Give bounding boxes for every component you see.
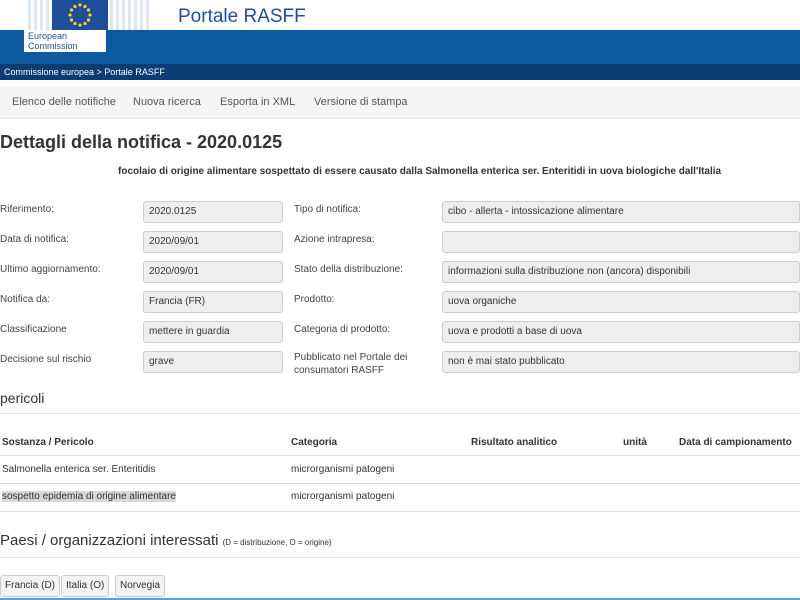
label-product-category: Categoria di prodotto: — [294, 324, 391, 335]
table-divider — [0, 511, 800, 512]
label-distribution-status: Stato della distribuzione: — [294, 264, 403, 275]
field-distribution-status: informazioni sulla distribuzione non (an… — [442, 261, 800, 283]
nav-export-xml[interactable]: Esporta in XML — [220, 96, 295, 108]
col-analytical-result: Risultato analitico — [471, 437, 558, 448]
header-blue-bar — [0, 30, 800, 64]
label-last-update: Ultimo aggiornamento: — [0, 264, 101, 275]
logo-decoration-right — [110, 0, 150, 30]
label-notification-date: Data di notifica: — [0, 234, 69, 245]
page-title: Dettagli della notifica - 2020.0125 — [0, 132, 283, 152]
field-notified-by: Francia (FR) — [143, 291, 283, 313]
label-notification-type: Tipo di notifica: — [294, 204, 361, 215]
countries-note: (D = distribuzione, O = origine) — [222, 538, 332, 547]
hazards-title: pericoli — [0, 390, 45, 406]
breadcrumb[interactable]: Commissione europea > Portale RASFF — [0, 64, 800, 80]
hazard-row-2-category: microrganismi patogeni — [291, 491, 395, 502]
label-product: Prodotto: — [294, 294, 335, 305]
hazard-row-2-substance: sospetto epidemia di origine alimentare — [2, 491, 176, 502]
field-consumer-portal: non è mai stato pubblicato — [442, 351, 800, 373]
label-notified-by: Notifica da: — [0, 294, 51, 305]
country-france[interactable]: Francia (D) — [0, 575, 61, 597]
field-notification-date: 2020/09/01 — [143, 231, 283, 253]
col-substance: Sostanza / Pericolo — [2, 437, 94, 448]
ec-logo-label: European Commission — [24, 30, 106, 52]
field-product: uova organiche — [442, 291, 800, 313]
nav-new-search[interactable]: Nuova ricerca — [133, 96, 201, 108]
field-product-category: uova e prodotti a base di uova — [442, 321, 800, 343]
action-nav: Elenco delle notifiche Nuova ricerca Esp… — [0, 86, 800, 119]
field-classification: mettere in guardia — [143, 321, 283, 343]
col-category: Categoria — [291, 437, 338, 448]
notification-subject: focolaio di origine alimentare sospettat… — [118, 166, 722, 177]
hazard-row-1-category: microrganismi patogeni — [291, 464, 395, 475]
field-risk-decision: grave — [143, 351, 283, 373]
eu-flag-icon — [52, 0, 108, 30]
col-unit: unità — [623, 437, 647, 448]
label-risk-decision: Decisione sul rischio — [0, 354, 92, 365]
logo-decoration-left — [28, 0, 52, 30]
col-sampling-date: Data di campionamento — [679, 437, 792, 448]
label-action-taken: Azione intrapresa: — [294, 234, 375, 245]
portal-title[interactable]: Portale RASFF — [178, 6, 306, 28]
label-classification: Classificazione — [0, 324, 67, 335]
field-reference: 2020.0125 — [143, 201, 283, 223]
nav-notification-list[interactable]: Elenco delle notifiche — [12, 96, 116, 108]
country-italy[interactable]: Italia (O) — [61, 575, 110, 597]
table-divider — [0, 483, 800, 484]
field-action-taken — [442, 231, 800, 253]
label-consumer-portal: Pubblicato nel Portale dei consumatori R… — [294, 352, 408, 376]
label-reference: Riferimento: — [0, 204, 54, 215]
divider — [0, 557, 800, 558]
country-norway[interactable]: Norvegia — [115, 575, 166, 597]
nav-print-version[interactable]: Versione di stampa — [314, 96, 408, 108]
countries-title-text: Paesi / organizzazioni interessati — [0, 532, 219, 549]
hazard-row-1-substance: Salmonella enterica ser. Enteritidis — [2, 464, 156, 475]
field-last-update: 2020/09/01 — [143, 261, 283, 283]
field-notification-type: cibo - allerta - intossicazione alimenta… — [442, 201, 800, 223]
divider — [0, 413, 800, 414]
countries-title: Paesi / organizzazioni interessati (D = … — [0, 532, 332, 549]
table-divider — [0, 455, 800, 456]
